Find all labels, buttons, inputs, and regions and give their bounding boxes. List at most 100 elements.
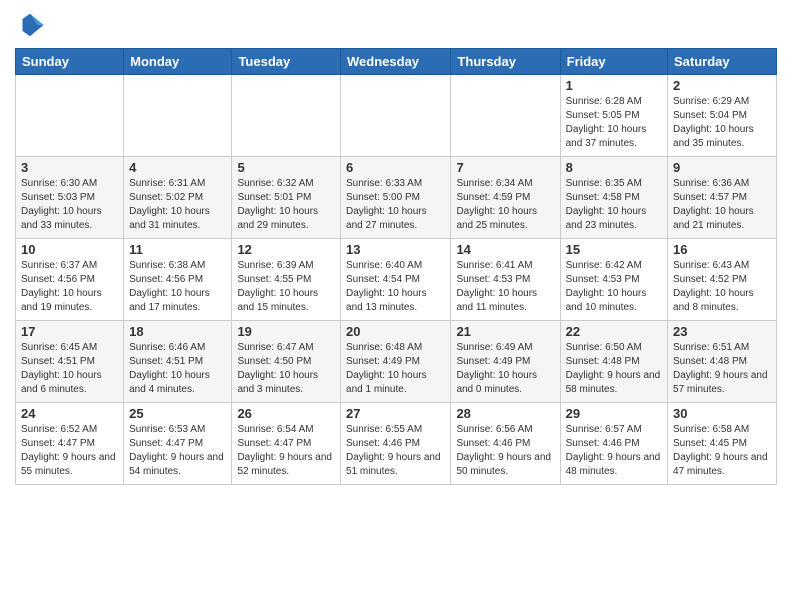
day-info: Sunrise: 6:45 AM Sunset: 4:51 PM Dayligh… <box>21 341 118 397</box>
day-number: 9 <box>673 160 771 175</box>
calendar-header-row: SundayMondayTuesdayWednesdayThursdayFrid… <box>16 49 777 75</box>
day-info: Sunrise: 6:52 AM Sunset: 4:47 PM Dayligh… <box>21 423 118 479</box>
calendar-day-header: Tuesday <box>232 49 341 75</box>
calendar-cell: 25Sunrise: 6:53 AM Sunset: 4:47 PM Dayli… <box>124 403 232 485</box>
day-info: Sunrise: 6:38 AM Sunset: 4:56 PM Dayligh… <box>129 259 226 315</box>
calendar-cell <box>232 75 341 157</box>
day-info: Sunrise: 6:33 AM Sunset: 5:00 PM Dayligh… <box>346 177 445 233</box>
day-info: Sunrise: 6:41 AM Sunset: 4:53 PM Dayligh… <box>456 259 554 315</box>
calendar-week-row: 10 Sunrise: 6:37 AM Sunset: 4:56 PM Dayli… <box>16 239 777 321</box>
calendar-day-header: Friday <box>560 49 667 75</box>
calendar-week-row: 24 Sunrise: 6:52 AM Sunset: 4:47 PM Dayli… <box>16 403 777 485</box>
day-number: 20 <box>346 324 445 339</box>
calendar-cell: 4 Sunrise: 6:31 AM Sunset: 5:02 PM Daylig… <box>124 157 232 239</box>
calendar-week-row: 3Sunrise: 6:30 AM Sunset: 5:03 PM Daylig… <box>16 157 777 239</box>
day-info: Sunrise: 6:42 AM Sunset: 4:53 PM Dayligh… <box>566 259 662 315</box>
day-info: Sunrise: 6:37 AM Sunset: 4:56 PM Dayligh… <box>21 259 118 315</box>
day-number: 11 <box>129 242 226 257</box>
calendar-cell: 18 Sunrise: 6:46 AM Sunset: 4:51 PM Dayli… <box>124 321 232 403</box>
calendar-cell: 14 Sunrise: 6:41 AM Sunset: 4:53 PM Dayli… <box>451 239 560 321</box>
calendar-cell <box>341 75 451 157</box>
page-container: SundayMondayTuesdayWednesdayThursdayFrid… <box>0 0 792 612</box>
day-number: 27 <box>346 406 445 421</box>
day-info: Sunrise: 6:34 AM Sunset: 4:59 PM Dayligh… <box>456 177 554 233</box>
calendar-cell <box>124 75 232 157</box>
day-number: 19 <box>237 324 335 339</box>
day-info: Sunrise: 6:55 AM Sunset: 4:46 PM Dayligh… <box>346 423 445 479</box>
day-number: 5 <box>237 160 335 175</box>
calendar-cell: 15 Sunrise: 6:42 AM Sunset: 4:53 PM Dayli… <box>560 239 667 321</box>
day-number: 17 <box>21 324 118 339</box>
day-number: 12 <box>237 242 335 257</box>
day-info: Sunrise: 6:50 AM Sunset: 4:48 PM Dayligh… <box>566 341 662 397</box>
day-number: 1 <box>566 78 662 93</box>
day-info: Sunrise: 6:31 AM Sunset: 5:02 PM Dayligh… <box>129 177 226 233</box>
logo <box>15 10 49 40</box>
calendar-cell: 8 Sunrise: 6:35 AM Sunset: 4:58 PM Daylig… <box>560 157 667 239</box>
calendar-cell: 9 Sunrise: 6:36 AM Sunset: 4:57 PM Daylig… <box>668 157 777 239</box>
calendar-cell <box>16 75 124 157</box>
day-number: 29 <box>566 406 662 421</box>
calendar-cell: 11 Sunrise: 6:38 AM Sunset: 4:56 PM Dayli… <box>124 239 232 321</box>
calendar-day-header: Wednesday <box>341 49 451 75</box>
day-number: 8 <box>566 160 662 175</box>
calendar-cell: 26 Sunrise: 6:54 AM Sunset: 4:47 PM Dayli… <box>232 403 341 485</box>
calendar-cell: 27 Sunrise: 6:55 AM Sunset: 4:46 PM Dayli… <box>341 403 451 485</box>
logo-icon <box>15 10 45 40</box>
day-info: Sunrise: 6:43 AM Sunset: 4:52 PM Dayligh… <box>673 259 771 315</box>
calendar-cell: 23Sunrise: 6:51 AM Sunset: 4:48 PM Dayli… <box>668 321 777 403</box>
day-info: Sunrise: 6:28 AM Sunset: 5:05 PM Dayligh… <box>566 95 662 151</box>
day-info: Sunrise: 6:36 AM Sunset: 4:57 PM Dayligh… <box>673 177 771 233</box>
day-number: 7 <box>456 160 554 175</box>
day-info: Sunrise: 6:35 AM Sunset: 4:58 PM Dayligh… <box>566 177 662 233</box>
calendar-week-row: 1 Sunrise: 6:28 AM Sunset: 5:05 PM Daylig… <box>16 75 777 157</box>
day-number: 14 <box>456 242 554 257</box>
calendar-cell: 13 Sunrise: 6:40 AM Sunset: 4:54 PM Dayli… <box>341 239 451 321</box>
day-number: 13 <box>346 242 445 257</box>
day-number: 21 <box>456 324 554 339</box>
day-info: Sunrise: 6:58 AM Sunset: 4:45 PM Dayligh… <box>673 423 771 479</box>
day-info: Sunrise: 6:56 AM Sunset: 4:46 PM Dayligh… <box>456 423 554 479</box>
day-info: Sunrise: 6:48 AM Sunset: 4:49 PM Dayligh… <box>346 341 445 397</box>
calendar-day-header: Thursday <box>451 49 560 75</box>
day-number: 28 <box>456 406 554 421</box>
day-info: Sunrise: 6:40 AM Sunset: 4:54 PM Dayligh… <box>346 259 445 315</box>
calendar-week-row: 17 Sunrise: 6:45 AM Sunset: 4:51 PM Dayli… <box>16 321 777 403</box>
day-info: Sunrise: 6:54 AM Sunset: 4:47 PM Dayligh… <box>237 423 335 479</box>
calendar-cell: 16 Sunrise: 6:43 AM Sunset: 4:52 PM Dayli… <box>668 239 777 321</box>
day-number: 16 <box>673 242 771 257</box>
day-info: Sunrise: 6:53 AM Sunset: 4:47 PM Dayligh… <box>129 423 226 479</box>
calendar-cell: 28 Sunrise: 6:56 AM Sunset: 4:46 PM Dayli… <box>451 403 560 485</box>
calendar-cell: 17 Sunrise: 6:45 AM Sunset: 4:51 PM Dayli… <box>16 321 124 403</box>
day-number: 26 <box>237 406 335 421</box>
day-number: 18 <box>129 324 226 339</box>
calendar-day-header: Saturday <box>668 49 777 75</box>
calendar-day-header: Monday <box>124 49 232 75</box>
day-number: 4 <box>129 160 226 175</box>
day-info: Sunrise: 6:47 AM Sunset: 4:50 PM Dayligh… <box>237 341 335 397</box>
day-number: 24 <box>21 406 118 421</box>
day-number: 23 <box>673 324 771 339</box>
day-number: 15 <box>566 242 662 257</box>
day-info: Sunrise: 6:32 AM Sunset: 5:01 PM Dayligh… <box>237 177 335 233</box>
day-number: 22 <box>566 324 662 339</box>
day-number: 6 <box>346 160 445 175</box>
calendar-cell: 12 Sunrise: 6:39 AM Sunset: 4:55 PM Dayli… <box>232 239 341 321</box>
calendar-cell: 10 Sunrise: 6:37 AM Sunset: 4:56 PM Dayli… <box>16 239 124 321</box>
calendar-table: SundayMondayTuesdayWednesdayThursdayFrid… <box>15 48 777 485</box>
day-info: Sunrise: 6:30 AM Sunset: 5:03 PM Dayligh… <box>21 177 118 233</box>
calendar-cell <box>451 75 560 157</box>
page-header <box>15 10 777 40</box>
calendar-cell: 30Sunrise: 6:58 AM Sunset: 4:45 PM Dayli… <box>668 403 777 485</box>
calendar-cell: 29Sunrise: 6:57 AM Sunset: 4:46 PM Dayli… <box>560 403 667 485</box>
day-number: 2 <box>673 78 771 93</box>
calendar-cell: 24 Sunrise: 6:52 AM Sunset: 4:47 PM Dayli… <box>16 403 124 485</box>
day-info: Sunrise: 6:39 AM Sunset: 4:55 PM Dayligh… <box>237 259 335 315</box>
calendar-cell: 20 Sunrise: 6:48 AM Sunset: 4:49 PM Dayli… <box>341 321 451 403</box>
calendar-day-header: Sunday <box>16 49 124 75</box>
day-info: Sunrise: 6:49 AM Sunset: 4:49 PM Dayligh… <box>456 341 554 397</box>
calendar-cell: 21 Sunrise: 6:49 AM Sunset: 4:49 PM Dayli… <box>451 321 560 403</box>
day-info: Sunrise: 6:46 AM Sunset: 4:51 PM Dayligh… <box>129 341 226 397</box>
day-number: 10 <box>21 242 118 257</box>
calendar-cell: 19 Sunrise: 6:47 AM Sunset: 4:50 PM Dayli… <box>232 321 341 403</box>
